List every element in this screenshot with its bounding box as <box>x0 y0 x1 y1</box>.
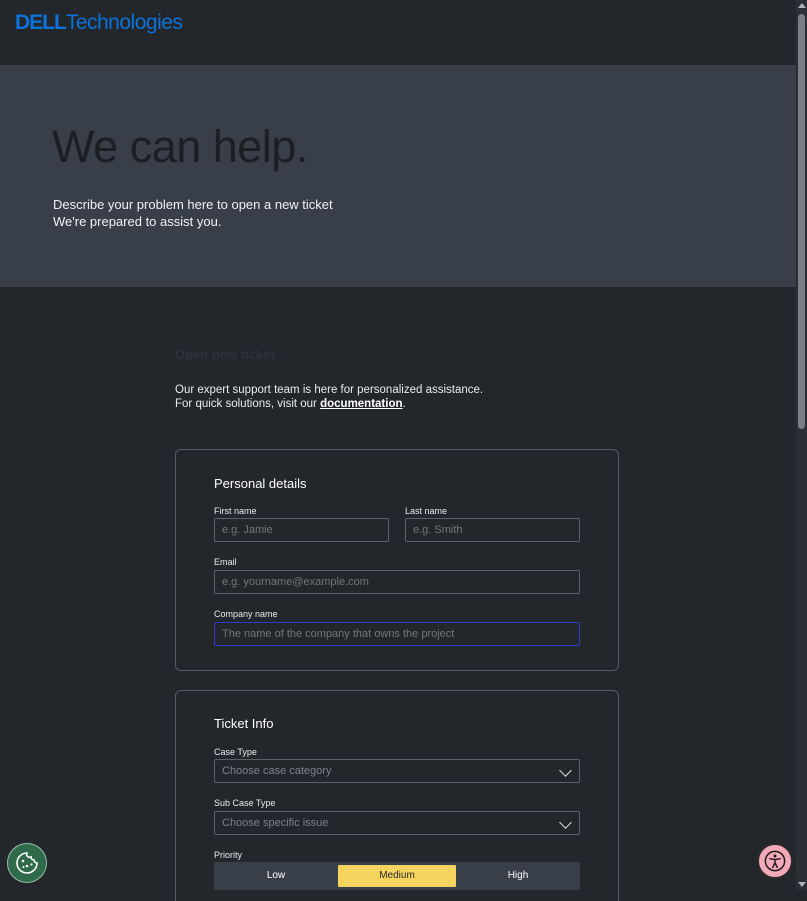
email-input[interactable] <box>214 570 580 594</box>
case-type-select[interactable]: Choose case category <box>214 759 580 783</box>
intro-text: Our expert support team is here for pers… <box>175 383 483 411</box>
priority-segmented-control: Low Medium High <box>214 862 580 890</box>
intro-line-2-suffix: . <box>402 398 406 410</box>
personal-details-title: Personal details <box>214 476 307 491</box>
sub-case-type-placeholder: Choose specific issue <box>222 817 329 829</box>
top-bar: DELLTechnologies <box>0 0 796 65</box>
hero-subtitle-line-2: We're prepared to assist you. <box>53 214 222 229</box>
scroll-thumb[interactable] <box>798 14 805 429</box>
email-label: Email <box>214 557 237 567</box>
hero-banner: We can help. Describe your problem here … <box>0 65 796 287</box>
logo-main: DELL <box>15 11 67 34</box>
ticket-info-card: Ticket Info Case Type Choose case catego… <box>175 690 619 901</box>
first-name-input[interactable] <box>214 518 389 542</box>
logo-sub: Technologies <box>65 11 183 34</box>
cookie-icon <box>16 852 38 874</box>
last-name-label: Last name <box>405 506 448 516</box>
case-type-label: Case Type <box>214 747 257 757</box>
scroll-down-arrow-icon[interactable] <box>798 882 806 887</box>
last-name-input[interactable] <box>405 518 580 542</box>
vertical-scrollbar[interactable] <box>796 0 807 890</box>
sub-case-type-label: Sub Case Type <box>214 798 276 808</box>
first-name-label: First name <box>214 506 257 516</box>
sub-case-type-select[interactable]: Choose specific issue <box>214 811 580 835</box>
priority-option-medium[interactable]: Medium <box>338 865 456 887</box>
cookie-settings-button[interactable] <box>7 843 47 883</box>
dell-technologies-logo[interactable]: DELLTechnologies <box>15 11 183 35</box>
accessibility-icon <box>764 850 786 872</box>
intro-line-1: Our expert support team is here for pers… <box>175 384 484 396</box>
personal-details-card: Personal details First name Last name Em… <box>175 449 619 671</box>
chevron-down-icon <box>559 816 572 829</box>
hero-title: We can help. <box>52 121 308 172</box>
hero-subtitle-line-1: Describe your problem here to open a new… <box>53 197 333 212</box>
priority-option-low[interactable]: Low <box>217 865 335 887</box>
ticket-info-title: Ticket Info <box>214 716 274 731</box>
accessibility-button[interactable] <box>757 843 793 879</box>
scroll-up-arrow-icon[interactable] <box>798 3 806 8</box>
intro-line-2-prefix: For quick solutions, visit our <box>175 398 321 410</box>
hero-subtitle: Describe your problem here to open a new… <box>53 196 333 230</box>
chevron-down-icon <box>559 764 572 777</box>
company-name-label: Company name <box>214 609 278 619</box>
priority-label: Priority <box>214 850 243 860</box>
documentation-link[interactable]: documentation <box>320 398 402 410</box>
section-title: Open new ticket <box>175 347 275 362</box>
case-type-placeholder: Choose case category <box>222 765 332 777</box>
priority-option-high[interactable]: High <box>459 865 577 887</box>
intro-line-2: For quick solutions, visit our documenta… <box>175 397 483 411</box>
company-name-input[interactable] <box>214 622 580 646</box>
